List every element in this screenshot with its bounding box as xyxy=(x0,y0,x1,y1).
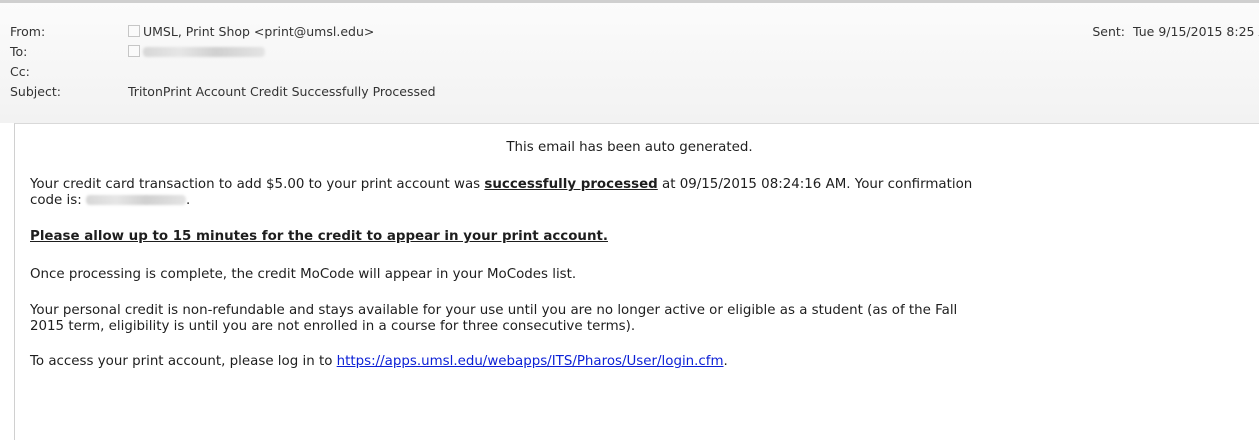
subject-row: Subject: TritonPrint Account Credit Succe… xyxy=(10,82,436,102)
personal-credit-line2: 2015 term, eligibility is until you are … xyxy=(30,319,636,334)
contact-checkbox-icon[interactable] xyxy=(128,25,140,37)
contact-checkbox-icon[interactable] xyxy=(128,45,140,57)
access-text: To access your print account, please log… xyxy=(30,354,337,369)
sent-row: Sent: Tue 9/15/2015 8:25 A xyxy=(1092,22,1259,42)
to-label: To: xyxy=(10,44,28,59)
personal-credit-line1: Your personal credit is non-refundable a… xyxy=(30,303,958,318)
from-label: From: xyxy=(10,24,46,39)
auto-generated-notice: This email has been auto generated. xyxy=(506,140,753,155)
access-period: . xyxy=(723,354,728,369)
to-row: To: xyxy=(10,42,265,62)
allow-time-notice: Please allow up to 15 minutes for the cr… xyxy=(30,229,608,244)
redacted-recipient xyxy=(143,47,265,57)
transaction-period: . xyxy=(186,193,191,208)
access-paragraph: To access your print account, please log… xyxy=(30,354,1240,370)
transaction-text: Your credit card transaction to add $5.0… xyxy=(30,177,485,192)
redacted-confirmation-code xyxy=(86,195,187,205)
from-value[interactable]: UMSL, Print Shop <print@umsl.edu> xyxy=(143,24,374,39)
message-body: This email has been auto generated. Your… xyxy=(14,123,1259,440)
subject-label: Subject: xyxy=(10,84,61,99)
sent-label: Sent: xyxy=(1092,24,1126,39)
subject-value: TritonPrint Account Credit Successfully … xyxy=(128,84,436,99)
login-link[interactable]: https://apps.umsl.edu/webapps/ITS/Pharos… xyxy=(337,354,724,369)
from-row: From: UMSL, Print Shop <print@umsl.edu> xyxy=(10,22,374,42)
processing-paragraph: Once processing is complete, the credit … xyxy=(30,267,577,282)
message-header: From: UMSL, Print Shop <print@umsl.edu> S… xyxy=(0,0,1259,123)
confirmation-label: code is: xyxy=(30,193,87,208)
transaction-paragraph: Your credit card transaction to add $5.0… xyxy=(30,177,1240,209)
sent-value: Tue 9/15/2015 8:25 A xyxy=(1133,24,1259,39)
cc-row: Cc: xyxy=(10,62,128,82)
success-status: successfully processed xyxy=(484,177,658,192)
transaction-text-2: at 09/15/2015 08:24:16 AM. Your confirma… xyxy=(657,177,973,192)
cc-label: Cc: xyxy=(10,64,30,79)
personal-credit-paragraph: Your personal credit is non-refundable a… xyxy=(30,303,1240,335)
